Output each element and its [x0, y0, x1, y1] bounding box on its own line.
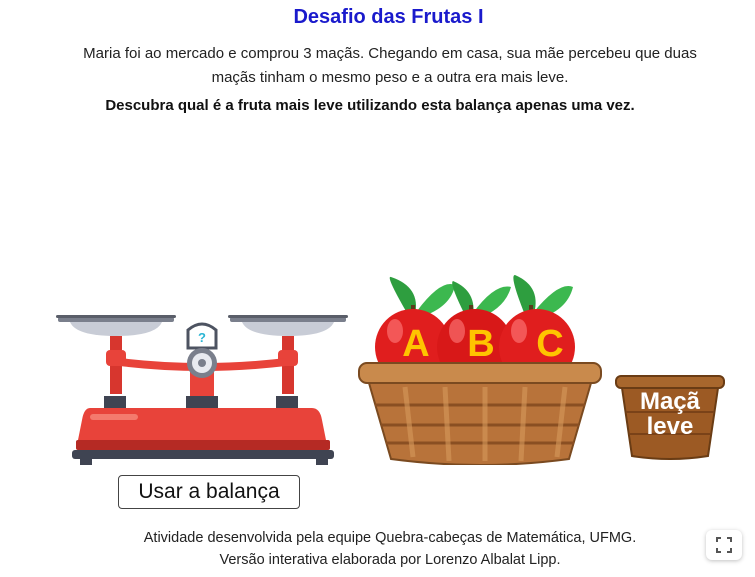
dial: ?	[186, 322, 218, 378]
dial-symbol: ?	[198, 330, 206, 345]
light-apple-label-line-2: leve	[646, 413, 694, 440]
apple-c-label: C	[536, 323, 564, 365]
use-scale-button[interactable]: Usar a balança	[118, 475, 300, 509]
credits: Atividade desenvolvida pela equipe Quebr…	[60, 527, 720, 571]
activity-title: Desafio das Frutas I	[293, 6, 484, 28]
activity-description: Maria foi ao mercado e comprou 3 maçãs. …	[40, 42, 740, 90]
credits-line-1: Atividade desenvolvida pela equipe Quebr…	[143, 530, 637, 546]
light-apple-label-line-1: Maçã	[639, 388, 701, 415]
activity-instruction: Descubra qual é a fruta mais leve utiliz…	[105, 97, 635, 114]
apple-b-label: B	[467, 323, 495, 365]
description-line-1: Maria foi ao mercado e comprou 3 maçãs. …	[83, 45, 697, 62]
credits-line-2: Versão interativa elaborada por Lorenzo …	[219, 552, 561, 568]
fullscreen-button[interactable]	[706, 530, 742, 560]
expand-icon	[716, 537, 732, 553]
balance-scale[interactable]: ?	[50, 310, 360, 470]
apple-a-label: A	[402, 323, 430, 365]
description-line-2: maçãs tinham o mesmo peso e a outra era …	[211, 69, 569, 86]
light-apple-label: Maçã leve	[614, 389, 726, 439]
